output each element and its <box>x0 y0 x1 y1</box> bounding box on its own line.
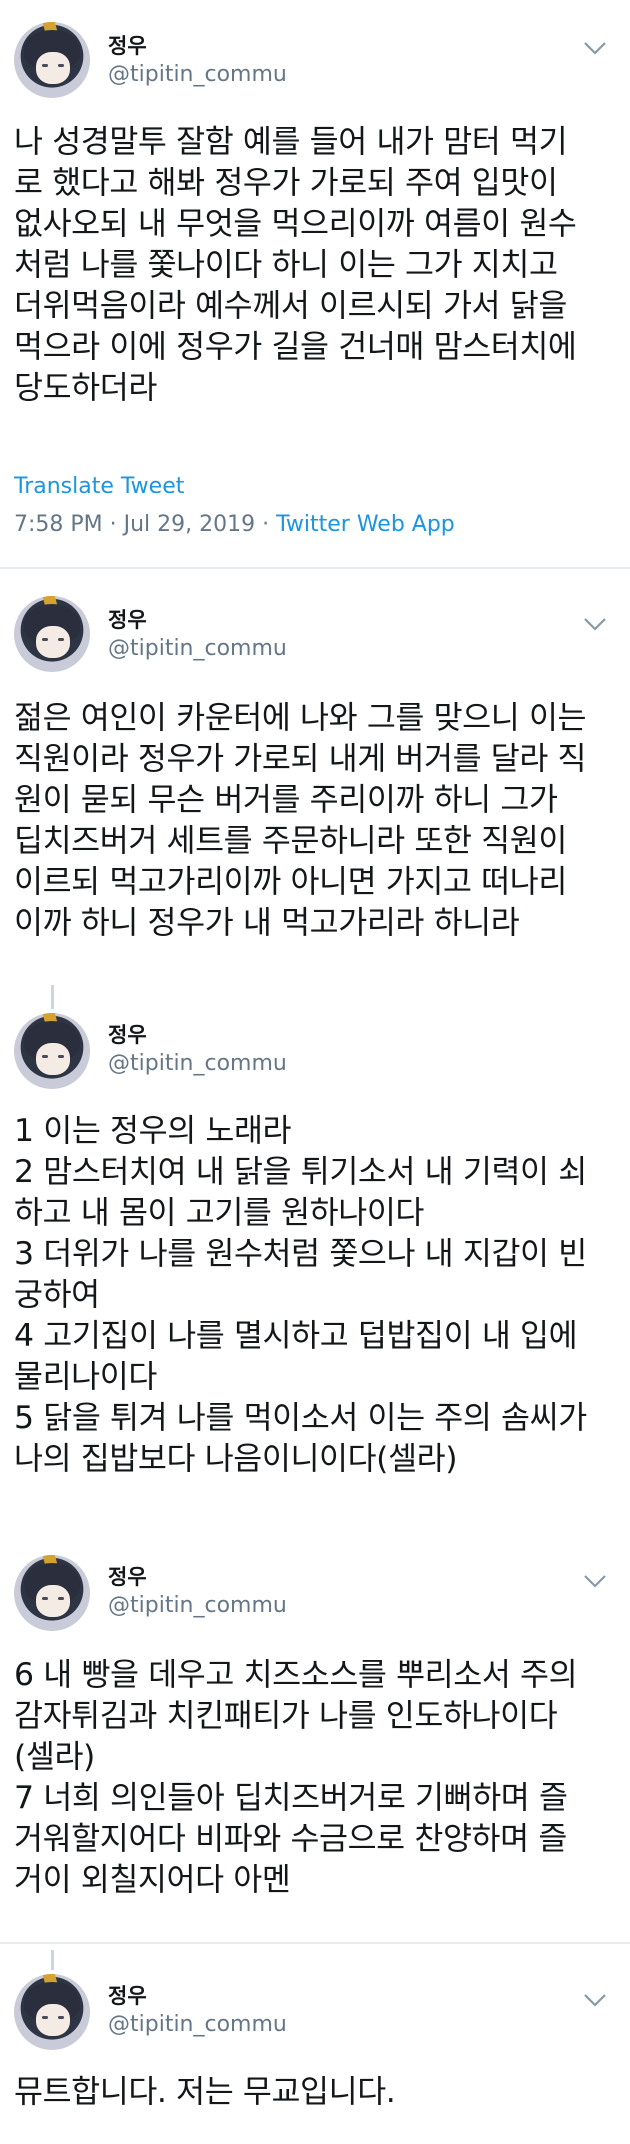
chevron-down-icon[interactable] <box>582 614 608 634</box>
display-name[interactable]: 정우 <box>108 30 147 60</box>
user-handle[interactable]: @tipitin_commu <box>108 636 287 661</box>
display-name[interactable]: 정우 <box>108 1019 147 1049</box>
avatar[interactable] <box>14 1013 90 1089</box>
tweet-1[interactable]: 정우 @tipitin_commu 나 성경말투 잘함 예를 들어 내가 맘터 … <box>0 0 630 560</box>
display-name[interactable]: 정우 <box>108 1980 147 2010</box>
tweet-timestamp: 7:58 PM · Jul 29, 2019 · Twitter Web App <box>14 512 455 537</box>
avatar[interactable] <box>14 596 90 672</box>
tweet-text: 나 성경말투 잘함 예를 들어 내가 맘터 먹기 로 했다고 해봐 정우가 가로… <box>14 124 577 406</box>
tweet-text: 젊은 여인이 카운터에 나와 그를 맞으니 이는 직원이라 정우가 가로되 내게… <box>14 700 587 941</box>
tweet-time[interactable]: 7:58 PM · Jul 29, 2019 · <box>14 512 276 537</box>
tweet-5[interactable]: 정우 @tipitin_commu 뮤트합니다. 저는 무교입니다. <box>0 1950 630 2144</box>
tweet-3[interactable]: 정우 @tipitin_commu 1 이는 정우의 노래라 2 맘스터치여 내… <box>0 985 630 1525</box>
thread-line <box>51 1950 54 1970</box>
avatar[interactable] <box>14 1974 90 2050</box>
chevron-down-icon[interactable] <box>582 38 608 58</box>
tweet-text: 6 내 빵을 데우고 치즈소스를 뿌리소서 주의 감자튀김과 치킨패티가 나를 … <box>14 1657 578 1898</box>
divider <box>0 1942 630 1944</box>
tweet-text: 뮤트합니다. 저는 무교입니다. <box>14 2074 396 2110</box>
user-handle[interactable]: @tipitin_commu <box>108 2012 287 2037</box>
display-name[interactable]: 정우 <box>108 604 147 634</box>
tweet-4[interactable]: 정우 @tipitin_commu 6 내 빵을 데우고 치즈소스를 뿌리소서 … <box>0 1545 630 1935</box>
chevron-down-icon[interactable] <box>582 1571 608 1591</box>
thread-line <box>51 985 54 1009</box>
tweet-text: 1 이는 정우의 노래라 2 맘스터치여 내 닭을 튀기소서 내 기력이 쇠 하… <box>14 1113 587 1477</box>
translate-tweet-link[interactable]: Translate Tweet <box>14 474 184 499</box>
user-handle[interactable]: @tipitin_commu <box>108 1051 287 1076</box>
chevron-down-icon[interactable] <box>582 1990 608 2010</box>
user-handle[interactable]: @tipitin_commu <box>108 62 287 87</box>
avatar[interactable] <box>14 1555 90 1631</box>
divider <box>0 567 630 569</box>
tweet-2[interactable]: 정우 @tipitin_commu 젊은 여인이 카운터에 나와 그를 맞으니 … <box>0 570 630 980</box>
tweet-source[interactable]: Twitter Web App <box>276 512 455 537</box>
display-name[interactable]: 정우 <box>108 1561 147 1591</box>
user-handle[interactable]: @tipitin_commu <box>108 1593 287 1618</box>
avatar[interactable] <box>14 22 90 98</box>
